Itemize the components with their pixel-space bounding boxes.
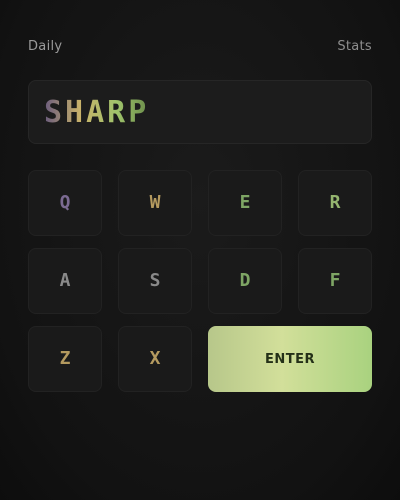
- key-w[interactable]: W: [118, 170, 192, 236]
- key-q[interactable]: Q: [28, 170, 102, 236]
- key-label: S: [149, 270, 161, 291]
- key-label: W: [149, 192, 161, 213]
- key-r[interactable]: R: [298, 170, 372, 236]
- header-left-label[interactable]: Daily: [28, 39, 62, 54]
- header-right-label[interactable]: Stats: [337, 39, 372, 54]
- key-f[interactable]: F: [298, 248, 372, 314]
- key-label: X: [149, 348, 161, 369]
- key-label: R: [329, 192, 341, 213]
- key-x[interactable]: X: [118, 326, 192, 392]
- key-a[interactable]: A: [28, 248, 102, 314]
- key-label: Q: [59, 192, 71, 213]
- key-z[interactable]: Z: [28, 326, 102, 392]
- guess-display-value: SHARP: [44, 94, 150, 130]
- keypad-grid: Q W E R A S D F Z X ENTER: [28, 170, 372, 470]
- app-root: Daily Stats SHARP Q W E R A S D F Z X EN…: [0, 0, 400, 500]
- submit-button-label: ENTER: [264, 351, 316, 367]
- key-label: E: [239, 192, 251, 213]
- key-e[interactable]: E: [208, 170, 282, 236]
- key-d[interactable]: D: [208, 248, 282, 314]
- key-s[interactable]: S: [118, 248, 192, 314]
- guess-display: SHARP: [28, 80, 372, 144]
- key-label: F: [329, 270, 341, 291]
- key-label: A: [59, 270, 71, 291]
- submit-button[interactable]: ENTER: [208, 326, 372, 392]
- key-label: Z: [59, 348, 71, 369]
- key-label: D: [239, 270, 251, 291]
- header: Daily Stats: [28, 32, 372, 60]
